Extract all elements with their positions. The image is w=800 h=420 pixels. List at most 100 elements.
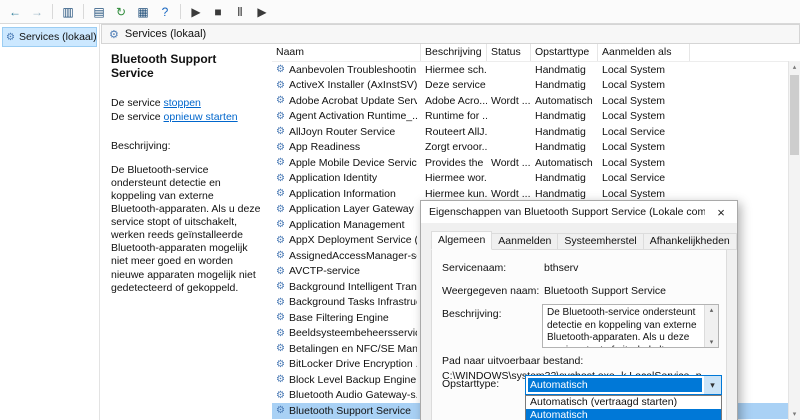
- tab-afhankelijkheden[interactable]: Afhankelijkheden: [642, 233, 737, 250]
- refresh-icon[interactable]: ↻: [111, 2, 131, 22]
- table-row[interactable]: ⚙ Application Identity Hiermee wor... Handm…: [272, 171, 800, 187]
- cell-name: ⚙ Background Intelligent Tran...: [272, 281, 421, 293]
- cell-start: Automatisch: [535, 94, 593, 107]
- service-name: BitLocker Drive Encryption ...: [288, 358, 417, 371]
- restart-service-link[interactable]: opnieuw starten: [164, 111, 238, 123]
- scrollbar-thumb[interactable]: [790, 75, 799, 155]
- display-name-value: Bluetooth Support Service: [544, 285, 666, 297]
- content-header: ⚙ Services (lokaal): [101, 24, 800, 44]
- services-window: ← → ▥ ▤ ↻ ▦? ▶ ■ Ⅱ ▶ ⚙ Services (lokaal) ⚙ Servic…: [0, 0, 800, 420]
- cell-logon: Local System: [602, 63, 666, 76]
- table-row[interactable]: ⚙ Aanbevolen Troubleshootin... Hiermee sch…: [272, 62, 800, 78]
- cell-name: ⚙ Aanbevolen Troubleshootin...: [272, 64, 421, 76]
- cell-desc: Routeert AllJ...: [425, 125, 487, 138]
- dialog-close-icon[interactable]: ×: [705, 201, 737, 223]
- toolbar: ← → ▥ ▤ ↻ ▦? ▶ ■ Ⅱ ▶: [0, 0, 800, 24]
- cell-name: ⚙ Agent Activation Runtime_...: [272, 110, 421, 122]
- properties-icon[interactable]: ▤: [89, 2, 109, 22]
- cell-name: ⚙ BitLocker Drive Encryption ...: [272, 358, 421, 370]
- pause-service-icon[interactable]: Ⅱ: [230, 2, 250, 22]
- cell-name: ⚙ AVCTP-service: [272, 265, 421, 277]
- column-header-name[interactable]: Naam: [272, 44, 421, 61]
- service-gear-icon: ⚙: [276, 296, 285, 308]
- column-header-start[interactable]: Opstarttype: [531, 44, 598, 61]
- column-header-logon[interactable]: Aanmelden als: [598, 44, 690, 61]
- dropdown-option[interactable]: Automatisch (vertraagd starten): [526, 396, 721, 409]
- properties-dialog: Eigenschappen van Bluetooth Support Serv…: [420, 200, 738, 420]
- restart-service-icon[interactable]: ▶: [252, 2, 272, 22]
- tree-item-services-local[interactable]: ⚙ Services (lokaal): [2, 27, 97, 47]
- selected-service-title: Bluetooth Support Service: [111, 52, 217, 81]
- scrollbar-up-icon[interactable]: ▴: [789, 61, 800, 73]
- desc-scroll-up-icon[interactable]: ▴: [705, 306, 718, 314]
- cell-logon: Local System: [602, 156, 666, 169]
- service-name-value: bthserv: [544, 262, 579, 274]
- cell-name: ⚙ AppX Deployment Service (...: [272, 234, 421, 246]
- display-name-label: Weergegeven naam:: [442, 285, 540, 297]
- cell-name: ⚙ Application Information: [272, 188, 421, 200]
- table-row[interactable]: ⚙ App Readiness Zorgt ervoor... Handmatig Lo…: [272, 140, 800, 156]
- help-icon[interactable]: ?: [155, 2, 175, 22]
- dialog-description-text: De Bluetooth-service ondersteunt detecti…: [547, 307, 697, 347]
- service-name: AVCTP-service: [288, 265, 360, 278]
- table-scrollbar[interactable]: ▴ ▾: [788, 61, 800, 420]
- export-list-icon[interactable]: ▦: [133, 2, 153, 22]
- service-name: App Readiness: [288, 141, 361, 154]
- service-name: Block Level Backup Engine ...: [288, 373, 417, 386]
- content-header-title: Services (lokaal): [124, 28, 207, 40]
- back-icon[interactable]: ←: [5, 2, 25, 22]
- table-row[interactable]: ⚙ Adobe Acrobat Update Serv... Adobe Acro.…: [272, 93, 800, 109]
- cell-logon: Local System: [602, 110, 666, 123]
- dropdown-option[interactable]: Automatisch: [526, 409, 721, 420]
- tab-aanmelden[interactable]: Aanmelden: [491, 233, 559, 250]
- table-row[interactable]: ⚙ Apple Mobile Device Service Provides the…: [272, 155, 800, 171]
- stop-service-link[interactable]: stoppen: [164, 97, 201, 109]
- service-name: Beeldsysteembeheersservice: [288, 327, 417, 340]
- service-name-label: Servicenaam:: [442, 262, 507, 274]
- description-textbox[interactable]: De Bluetooth-service ondersteunt detecti…: [542, 304, 719, 348]
- service-name: Application Management: [288, 218, 405, 231]
- service-gear-icon: ⚙: [276, 250, 285, 262]
- table-row[interactable]: ⚙ Agent Activation Runtime_... Runtime for…: [272, 109, 800, 125]
- stop-service-prefix: De service: [111, 96, 164, 109]
- stop-service-icon[interactable]: ■: [208, 2, 228, 22]
- service-name: Application Layer Gateway ...: [288, 203, 417, 216]
- service-name: Background Tasks Infrastruc...: [288, 296, 417, 309]
- cell-name: ⚙ Application Identity: [272, 172, 421, 184]
- service-name: Apple Mobile Device Service: [288, 156, 417, 169]
- column-header-desc[interactable]: Beschrijving: [421, 44, 487, 61]
- forward-icon[interactable]: →: [27, 2, 47, 22]
- cell-logon: Local System: [602, 141, 666, 154]
- show-console-tree-icon[interactable]: ▥: [58, 2, 78, 22]
- cell-start: Handmatig: [535, 141, 586, 154]
- start-service-icon[interactable]: ▶: [186, 2, 206, 22]
- dialog-description-label: Beschrijving:: [442, 308, 502, 320]
- startup-type-combobox[interactable]: Automatisch ▾: [525, 375, 722, 395]
- service-gear-icon: ⚙: [276, 157, 285, 169]
- cell-start: Automatisch: [535, 156, 593, 169]
- service-gear-icon: ⚙: [276, 188, 285, 200]
- cell-logon: Local Service: [602, 125, 666, 138]
- table-row[interactable]: ⚙ AllJoyn Router Service Routeert AllJ... H…: [272, 124, 800, 140]
- dialog-title: Eigenschappen van Bluetooth Support Serv…: [429, 206, 705, 218]
- description-scrollbar[interactable]: ▴ ▾: [704, 305, 718, 347]
- tab-systeemherstel[interactable]: Systeemherstel: [557, 233, 644, 250]
- column-header-status[interactable]: Status: [487, 44, 531, 61]
- desc-scroll-down-icon[interactable]: ▾: [705, 338, 718, 346]
- scrollbar-down-icon[interactable]: ▾: [789, 408, 800, 420]
- tab-algemeen[interactable]: Algemeen: [431, 231, 493, 250]
- service-gear-icon: ⚙: [276, 312, 285, 324]
- toolbar-separator: [52, 4, 53, 19]
- table-row[interactable]: ⚙ ActiveX Installer (AxInstSV) Deze servic…: [272, 78, 800, 94]
- cell-logon: Local Service: [602, 172, 666, 185]
- cell-name: ⚙ Betalingen en NFC/SE Man...: [272, 343, 421, 355]
- cell-name: ⚙ ActiveX Installer (AxInstSV): [272, 79, 421, 91]
- cell-desc: Runtime for ...: [425, 110, 487, 123]
- cell-name: ⚙ Bluetooth Support Service: [272, 405, 421, 417]
- service-gear-icon: ⚙: [276, 234, 285, 246]
- cell-start: Handmatig: [535, 110, 586, 123]
- cell-status: Wordt ...: [491, 187, 531, 200]
- service-name: Bluetooth Audio Gateway-s...: [288, 389, 417, 402]
- service-gear-icon: ⚙: [276, 126, 285, 138]
- cell-status: Wordt ...: [491, 156, 531, 169]
